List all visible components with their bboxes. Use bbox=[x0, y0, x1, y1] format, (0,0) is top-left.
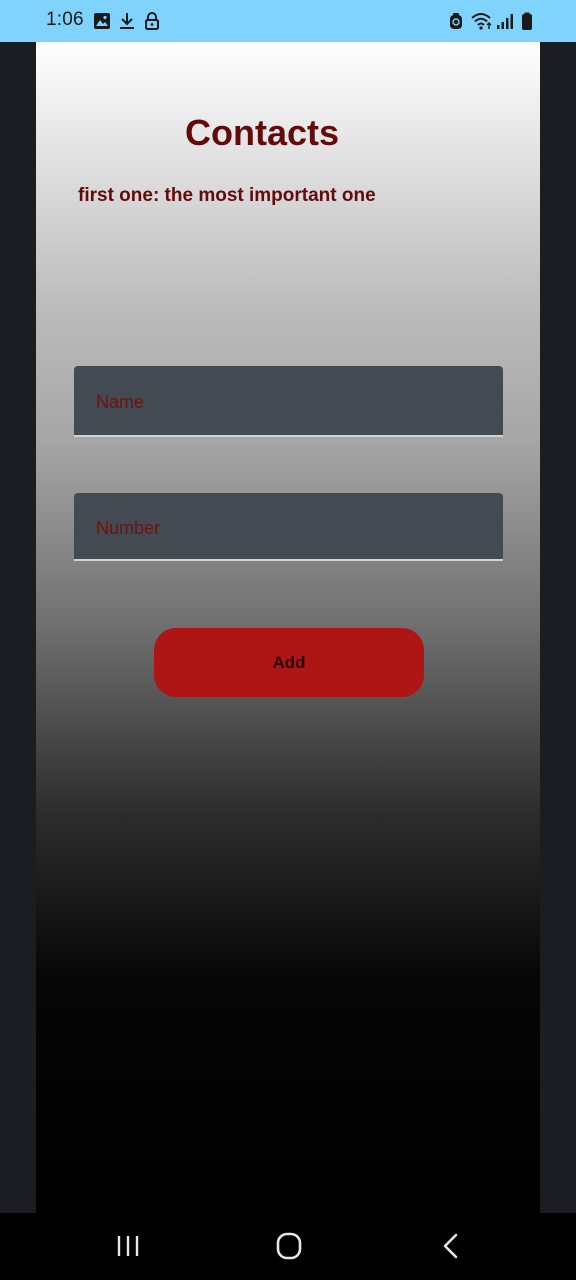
image-icon bbox=[92, 11, 112, 31]
page-subtitle: first one: the most important one bbox=[78, 185, 376, 206]
home-icon[interactable] bbox=[269, 1228, 309, 1264]
name-field[interactable] bbox=[74, 366, 503, 437]
battery-icon bbox=[517, 11, 537, 31]
page-title: Contacts bbox=[184, 112, 340, 153]
name-input[interactable] bbox=[74, 366, 503, 435]
wifi-icon bbox=[470, 11, 494, 31]
system-nav-bar bbox=[0, 1213, 576, 1280]
contacts-screen: Contacts first one: the most important o… bbox=[36, 42, 540, 1213]
back-icon[interactable] bbox=[430, 1228, 470, 1264]
recents-icon[interactable] bbox=[108, 1228, 148, 1264]
status-time: 1:06 bbox=[46, 9, 84, 30]
cell-signal-icon bbox=[495, 11, 515, 31]
lock-icon bbox=[142, 11, 162, 31]
download-icon bbox=[117, 11, 137, 31]
number-field[interactable] bbox=[74, 493, 503, 561]
number-input[interactable] bbox=[74, 493, 503, 559]
data-saver-icon bbox=[446, 11, 466, 31]
status-bar: 1:06 bbox=[0, 0, 576, 42]
add-button[interactable]: Add bbox=[154, 628, 424, 697]
